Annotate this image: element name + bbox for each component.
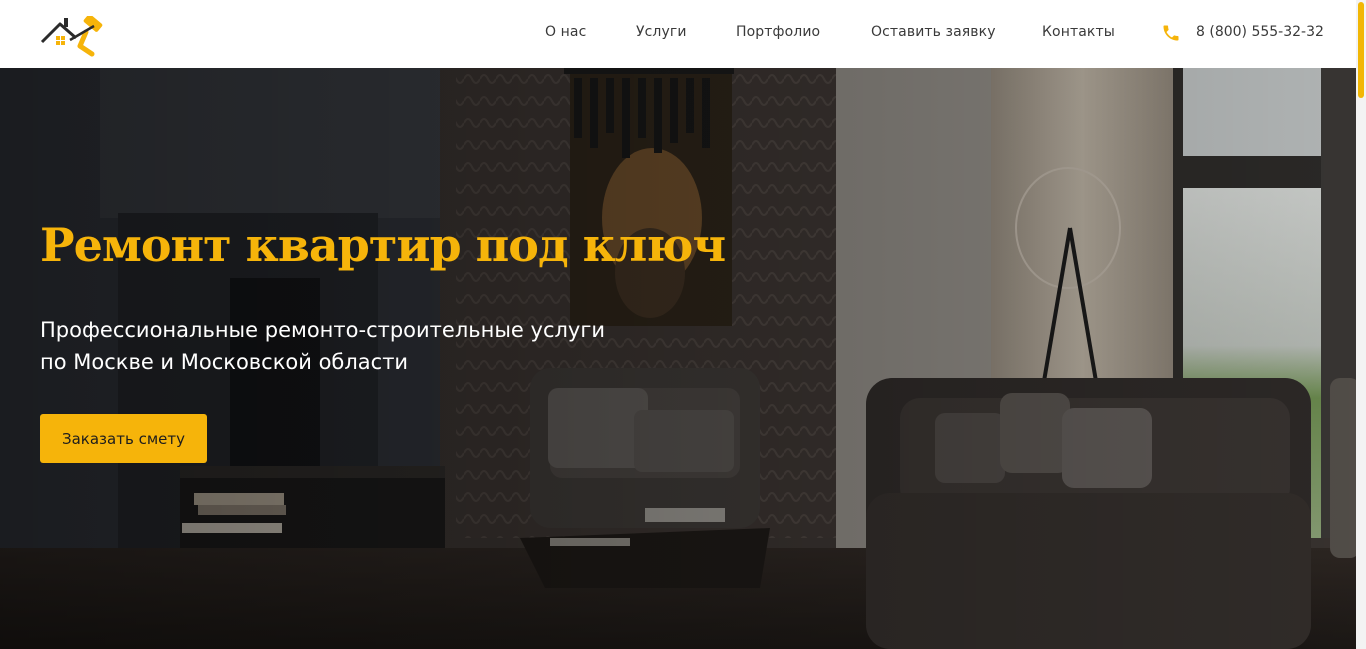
nav-services-link[interactable]: Услуги: [636, 24, 687, 40]
nav-request-link[interactable]: Оставить заявку: [871, 24, 996, 40]
hero-title: Ремонт квартир под ключ: [40, 218, 726, 272]
nav-about-link[interactable]: О нас: [545, 24, 586, 40]
nav-portfolio-link[interactable]: Портфолио: [736, 24, 820, 40]
hero-subtitle: Профессиональные ремонто-строительные ус…: [40, 314, 680, 378]
hero-subtitle-line-1: Профессиональные ремонто-строительные ус…: [40, 318, 606, 342]
hero-section: Ремонт квартир под ключ Профессиональные…: [0, 68, 1356, 649]
hero-subtitle-line-2: по Москве и Московской области: [40, 350, 409, 374]
phone-icon: [1163, 25, 1179, 41]
site-header: О нас Услуги Портфолио Оставить заявку К…: [0, 0, 1366, 68]
order-estimate-button[interactable]: Заказать смету: [40, 414, 207, 463]
nav-contacts-link[interactable]: Контакты: [1042, 24, 1115, 40]
phone-number-link[interactable]: 8 (800) 555-32-32: [1196, 24, 1324, 40]
house-roller-logo-icon[interactable]: [40, 16, 112, 58]
scrollbar-thumb[interactable]: [1358, 2, 1364, 98]
